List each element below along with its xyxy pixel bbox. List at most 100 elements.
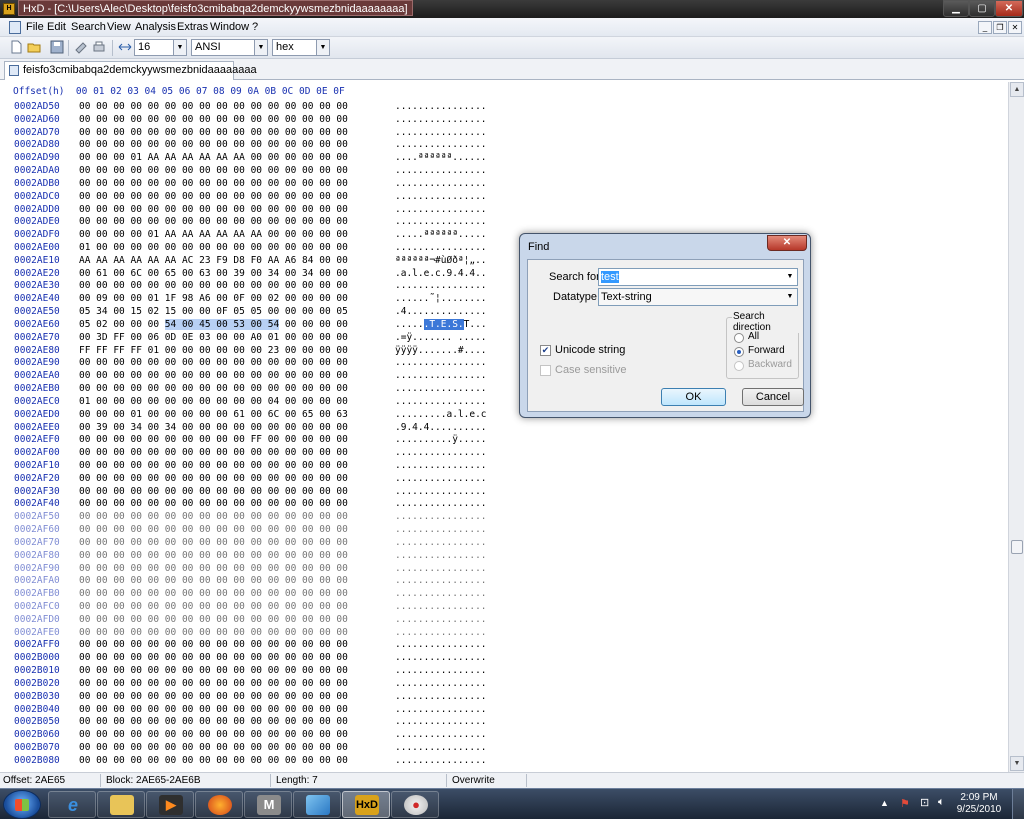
hex-row-ascii[interactable]: .........a.l.e.c	[395, 409, 487, 420]
hex-row-bytes[interactable]: 00 00 00 00 00 00 00 00 00 00 00 00 00 0…	[79, 473, 348, 484]
hex-row-ascii[interactable]: ................	[395, 396, 487, 407]
hex-row[interactable]: 0002ADA0 00 00 00 00 00 00 00 00 00 00 00…	[0, 165, 1000, 178]
hex-row-ascii[interactable]: .=ÿ....... .....	[395, 332, 487, 343]
chevron-down-icon[interactable]: ▼	[783, 289, 797, 305]
hex-row[interactable]: 0002AD50 00 00 00 00 00 00 00 00 00 00 00…	[0, 101, 1000, 114]
start-button[interactable]	[3, 790, 41, 819]
taskbar-app[interactable]	[293, 791, 341, 818]
hex-row[interactable]: 0002AFC0 00 00 00 00 00 00 00 00 00 00 00…	[0, 601, 1000, 614]
hex-row[interactable]: 0002AE30 00 00 00 00 00 00 00 00 00 00 00…	[0, 280, 1000, 293]
hex-row[interactable]: 0002AF20 00 00 00 00 00 00 00 00 00 00 00…	[0, 473, 1000, 486]
hex-row-ascii[interactable]: ................	[395, 460, 487, 471]
hex-row[interactable]: 0002B040 00 00 00 00 00 00 00 00 00 00 00…	[0, 704, 1000, 717]
hex-row-ascii[interactable]: ................	[395, 139, 487, 150]
hex-row[interactable]: 0002AF80 00 00 00 00 00 00 00 00 00 00 00…	[0, 550, 1000, 563]
hex-row-ascii[interactable]: ................	[395, 191, 487, 202]
hex-row-bytes[interactable]: 00 00 00 00 00 00 00 00 00 00 00 00 00 0…	[79, 563, 348, 574]
hex-row[interactable]: 0002ADD0 00 00 00 00 00 00 00 00 00 00 00…	[0, 204, 1000, 217]
taskbar-internet-explorer[interactable]: e	[48, 791, 96, 818]
hex-row-bytes[interactable]: 00 00 00 00 00 00 00 00 00 00 00 00 00 0…	[79, 383, 348, 394]
hex-row-ascii[interactable]: ......˜¦........	[395, 293, 487, 304]
hex-row-ascii[interactable]: ................	[395, 204, 487, 215]
hex-row-ascii[interactable]: ................	[395, 127, 487, 138]
hex-row-ascii[interactable]: ................	[395, 242, 487, 253]
hex-row[interactable]: 0002B050 00 00 00 00 00 00 00 00 00 00 00…	[0, 716, 1000, 729]
hex-row-bytes[interactable]: 00 39 00 34 00 34 00 00 00 00 00 00 00 0…	[79, 422, 348, 433]
hex-row[interactable]: 0002B030 00 00 00 00 00 00 00 00 00 00 00…	[0, 691, 1000, 704]
unicode-string-checkbox[interactable]: ✔	[540, 345, 551, 356]
hex-row[interactable]: 0002AEE0 00 39 00 34 00 34 00 00 00 00 00…	[0, 422, 1000, 435]
hex-row-bytes[interactable]: 01 00 00 00 00 00 00 00 00 00 00 04 00 0…	[79, 396, 348, 407]
hex-row[interactable]: 0002AE10 AA AA AA AA AA AA AC 23 F9 D8 F0…	[0, 255, 1000, 268]
hex-row-ascii[interactable]: ................	[395, 524, 487, 535]
hex-row-bytes[interactable]: 00 00 00 00 00 00 00 00 00 00 00 00 00 0…	[79, 165, 348, 176]
hex-row-bytes[interactable]: 00 00 00 00 00 00 00 00 00 00 00 00 00 0…	[79, 639, 348, 650]
mdi-minimize-button[interactable]: _	[978, 21, 992, 34]
network-icon[interactable]: ⊡	[920, 796, 929, 809]
hex-row-bytes[interactable]: 00 00 00 00 00 00 00 00 00 00 00 00 00 0…	[79, 627, 348, 638]
hex-row-bytes[interactable]: 00 00 00 00 00 00 00 00 00 00 00 00 00 0…	[79, 204, 348, 215]
hex-row-ascii[interactable]: ªªªªªª¬#ùØðª¦„..	[395, 255, 487, 266]
hex-row[interactable]: 0002AFE0 00 00 00 00 00 00 00 00 00 00 00…	[0, 627, 1000, 640]
hex-row-bytes[interactable]: 00 00 00 00 00 00 00 00 00 00 00 00 00 0…	[79, 691, 348, 702]
menu-file[interactable]: File	[26, 21, 44, 33]
hex-row-bytes[interactable]: 00 00 00 00 00 00 00 00 00 00 00 00 00 0…	[79, 280, 348, 291]
cancel-button[interactable]: Cancel	[742, 388, 804, 406]
print-icon[interactable]	[92, 40, 106, 54]
chevron-down-icon[interactable]: ▼	[254, 40, 267, 55]
taskbar-firefox[interactable]	[195, 791, 243, 818]
offset-base-select[interactable]: hex ▼	[272, 39, 330, 56]
menu-window[interactable]: Window	[210, 21, 249, 33]
action-center-icon[interactable]: ⚑	[900, 797, 910, 810]
hex-row-bytes[interactable]: 00 00 00 00 00 00 00 00 00 00 00 00 00 0…	[79, 755, 348, 766]
hex-row-bytes[interactable]: 05 34 00 15 02 15 00 00 0F 05 05 00 00 0…	[79, 306, 348, 317]
hex-row[interactable]: 0002AFB0 00 00 00 00 00 00 00 00 00 00 00…	[0, 588, 1000, 601]
hex-row-bytes[interactable]: 00 00 00 00 00 00 00 00 00 00 00 00 00 0…	[79, 447, 348, 458]
hex-row-ascii[interactable]: ................	[395, 550, 487, 561]
search-for-combobox[interactable]: test ▼	[598, 268, 798, 286]
hex-row-ascii[interactable]: ................	[395, 588, 487, 599]
hex-row-bytes[interactable]: 00 00 00 00 00 00 00 00 00 00 00 00 00 0…	[79, 588, 348, 599]
taskbar-paint[interactable]: ●	[391, 791, 439, 818]
tray-chevron-icon[interactable]: ▲	[880, 798, 889, 808]
hex-row-ascii[interactable]: ................	[395, 575, 487, 586]
hex-row-ascii[interactable]: ................	[395, 537, 487, 548]
hex-row[interactable]: 0002AE90 00 00 00 00 00 00 00 00 00 00 00…	[0, 357, 1000, 370]
hex-row-ascii[interactable]: ................	[395, 614, 487, 625]
unicode-string-label[interactable]: Unicode string	[555, 344, 625, 356]
chevron-down-icon[interactable]: ▼	[173, 40, 186, 55]
direction-forward-radio[interactable]	[734, 347, 744, 357]
hex-row-bytes[interactable]: 00 00 00 00 00 00 00 00 00 00 00 00 00 0…	[79, 614, 348, 625]
hex-row[interactable]: 0002AFD0 00 00 00 00 00 00 00 00 00 00 00…	[0, 614, 1000, 627]
hex-row[interactable]: 0002AFA0 00 00 00 00 00 00 00 00 00 00 00…	[0, 575, 1000, 588]
hex-row[interactable]: 0002B000 00 00 00 00 00 00 00 00 00 00 00…	[0, 652, 1000, 665]
hex-row-ascii[interactable]: ................	[395, 114, 487, 125]
direction-forward-label[interactable]: Forward	[748, 345, 785, 356]
hex-row-bytes[interactable]: 00 00 00 01 00 00 00 00 00 61 00 6C 00 6…	[79, 409, 348, 420]
direction-all-radio[interactable]	[734, 333, 744, 343]
hex-row-ascii[interactable]: ................	[395, 601, 487, 612]
hex-row-ascii[interactable]: ÿÿÿÿ.......#....	[395, 345, 487, 356]
hex-row-bytes[interactable]: 00 00 00 00 00 00 00 00 00 00 00 00 00 0…	[79, 498, 348, 509]
hex-row-ascii[interactable]: ................	[395, 665, 487, 676]
menu-view[interactable]: View	[107, 21, 131, 33]
chevron-down-icon[interactable]: ▼	[783, 269, 797, 285]
hex-row-bytes[interactable]: 00 00 00 00 00 00 00 00 00 00 00 00 00 0…	[79, 652, 348, 663]
hex-row-bytes[interactable]: 00 09 00 00 01 1F 98 A6 00 0F 00 02 00 0…	[79, 293, 348, 304]
hex-row-ascii[interactable]: .a.l.e.c.9.4.4..	[395, 268, 487, 279]
hex-row-bytes[interactable]: 00 00 00 00 00 00 00 00 00 00 00 00 00 0…	[79, 216, 348, 227]
hex-row[interactable]: 0002AD90 00 00 00 01 AA AA AA AA AA AA 00…	[0, 152, 1000, 165]
hex-row-bytes[interactable]: 00 00 00 00 00 00 00 00 00 00 00 00 00 0…	[79, 575, 348, 586]
menu-analysis[interactable]: Analysis	[135, 21, 176, 33]
hex-row-ascii[interactable]: ................	[395, 704, 487, 715]
hex-row[interactable]: 0002B060 00 00 00 00 00 00 00 00 00 00 00…	[0, 729, 1000, 742]
hex-row-ascii[interactable]: ................	[395, 473, 487, 484]
hex-row-bytes[interactable]: AA AA AA AA AA AA AC 23 F9 D8 F0 AA A6 8…	[79, 255, 348, 266]
hex-row-ascii[interactable]: ................	[395, 729, 487, 740]
hex-row[interactable]: 0002AEF0 00 00 00 00 00 00 00 00 00 00 FF…	[0, 434, 1000, 447]
taskbar-media-player[interactable]: ▶	[146, 791, 194, 818]
hex-row[interactable]: 0002AE00 01 00 00 00 00 00 00 00 00 00 00…	[0, 242, 1000, 255]
hex-row-ascii[interactable]: ................	[395, 447, 487, 458]
hxd-app-icon[interactable]: H	[3, 3, 15, 15]
new-file-icon[interactable]	[9, 40, 23, 54]
